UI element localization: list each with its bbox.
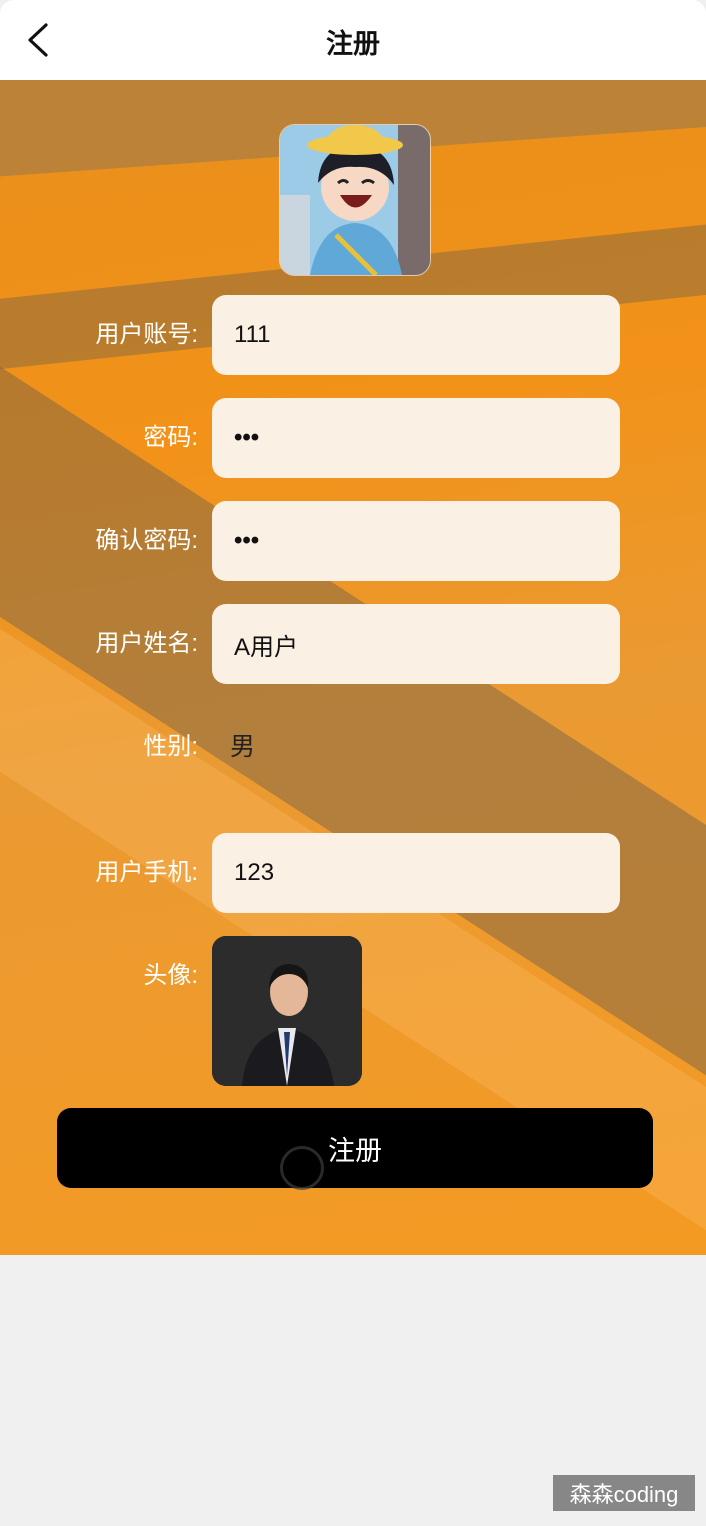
- confirm-password-input[interactable]: •••: [212, 501, 620, 581]
- account-input[interactable]: 111: [212, 295, 620, 375]
- register-button[interactable]: 注册: [57, 1108, 653, 1188]
- header-bar: 注册: [0, 0, 706, 80]
- account-label: 用户账号:: [95, 321, 198, 348]
- phone-label: 用户手机:: [95, 859, 198, 886]
- phone-input[interactable]: 123: [212, 833, 620, 913]
- gender-value[interactable]: 男: [230, 707, 255, 787]
- password-input[interactable]: •••: [212, 398, 620, 478]
- watermark: 森森coding: [553, 1475, 695, 1511]
- avatar-upload-image[interactable]: [212, 936, 362, 1086]
- app-logo-image: [279, 124, 431, 276]
- name-input[interactable]: A用户: [212, 604, 620, 684]
- password-label: 密码:: [143, 424, 198, 451]
- confirm-password-label: 确认密码:: [95, 527, 198, 554]
- avatar-label: 头像:: [143, 962, 198, 989]
- touch-indicator: [280, 1146, 324, 1190]
- page-title: 注册: [326, 29, 380, 59]
- name-label: 用户姓名:: [95, 630, 198, 657]
- gender-label: 性别:: [143, 733, 198, 760]
